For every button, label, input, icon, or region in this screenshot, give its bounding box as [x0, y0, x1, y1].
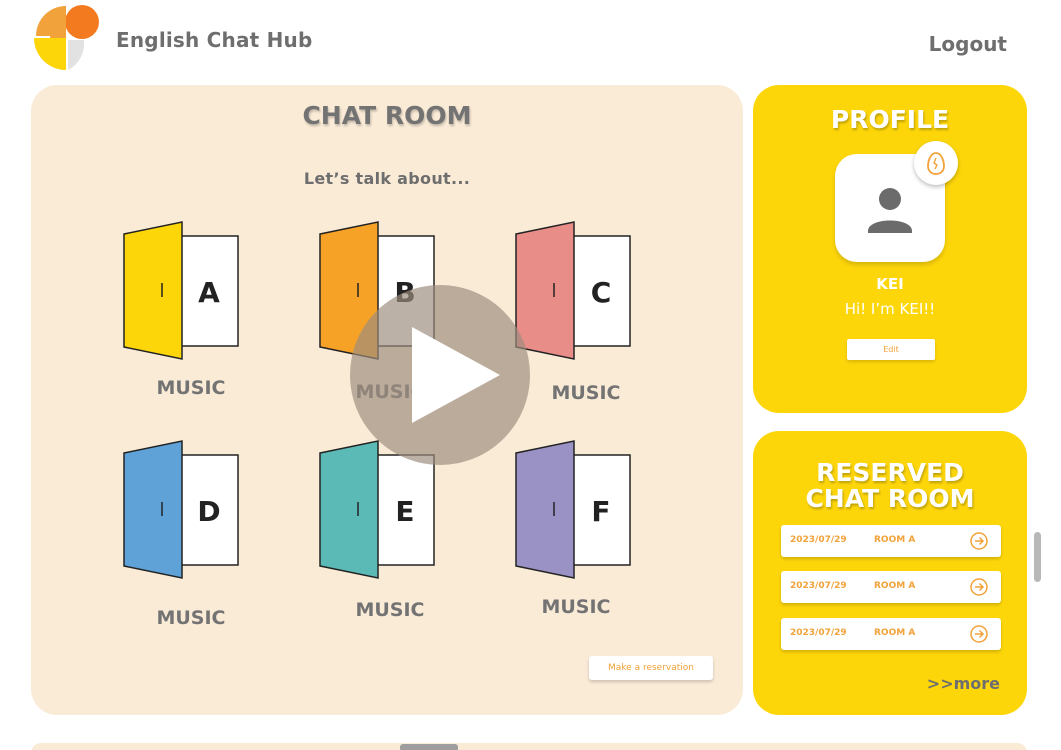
reservation-date: 2023/07/29: [790, 581, 847, 591]
arrow-circle-right-icon[interactable]: [969, 624, 989, 644]
egg-badge[interactable]: [914, 141, 958, 185]
room-letter: C: [591, 276, 612, 309]
make-reservation-button[interactable]: Make a reservation: [589, 656, 713, 680]
room-door-c[interactable]: C: [514, 221, 634, 361]
reservation-row[interactable]: 2023/07/29 ROOM A: [781, 525, 1001, 557]
reservation-date: 2023/07/29: [790, 628, 847, 638]
next-section-panel: [31, 743, 1027, 750]
room-topic: MUSIC: [355, 599, 425, 621]
reservation-row[interactable]: 2023/07/29 ROOM A: [781, 571, 1001, 603]
arrow-circle-right-icon[interactable]: [969, 531, 989, 551]
room-door-a[interactable]: A: [122, 221, 242, 361]
room-topic: MUSIC: [551, 382, 621, 404]
reservation-date: 2023/07/29: [790, 535, 847, 545]
app-title: English Chat Hub: [116, 28, 313, 52]
room-letter: E: [395, 495, 414, 528]
reserved-title-line2: CHAT ROOM: [805, 484, 975, 513]
reservation-room: ROOM A: [874, 581, 916, 591]
room-door-d[interactable]: D: [122, 440, 242, 580]
egg-icon: [927, 152, 945, 175]
reservation-room: ROOM A: [874, 535, 916, 545]
room-topic: MUSIC: [156, 607, 226, 629]
arrow-circle-right-icon[interactable]: [969, 577, 989, 597]
profile-panel: PROFILE KEI Hi! I’m KEI!! Edit: [753, 85, 1027, 413]
profile-title: PROFILE: [830, 105, 950, 134]
video-play-button[interactable]: [350, 285, 530, 465]
door-panel: [123, 221, 183, 360]
room-letter: D: [197, 495, 220, 528]
profile-name: KEI: [876, 275, 904, 293]
reservation-row[interactable]: 2023/07/29 ROOM A: [781, 618, 1001, 650]
room-letter: A: [198, 276, 220, 309]
app-logo: [34, 5, 99, 70]
reserved-panel: RESERVED CHAT ROOM 2023/07/29 ROOM A 202…: [753, 431, 1027, 715]
section-tab: [400, 744, 458, 750]
room-door-f[interactable]: F: [514, 440, 634, 580]
reserved-title-line1: RESERVED: [816, 458, 964, 487]
room-topic: MUSIC: [156, 377, 226, 399]
chat-room-subtitle: Let’s talk about...: [303, 169, 471, 188]
profile-bio: Hi! I’m KEI!!: [844, 300, 936, 318]
scrollbar-thumb[interactable]: [1034, 532, 1041, 582]
room-letter: F: [591, 495, 610, 528]
chat-room-title: CHAT ROOM: [302, 101, 472, 130]
room-topic: MUSIC: [541, 596, 611, 618]
more-link[interactable]: >>more: [927, 674, 1000, 693]
reservation-room: ROOM A: [874, 628, 916, 638]
logout-link[interactable]: Logout: [929, 32, 1007, 56]
edit-profile-button[interactable]: Edit: [847, 339, 935, 360]
play-icon: [412, 327, 500, 423]
